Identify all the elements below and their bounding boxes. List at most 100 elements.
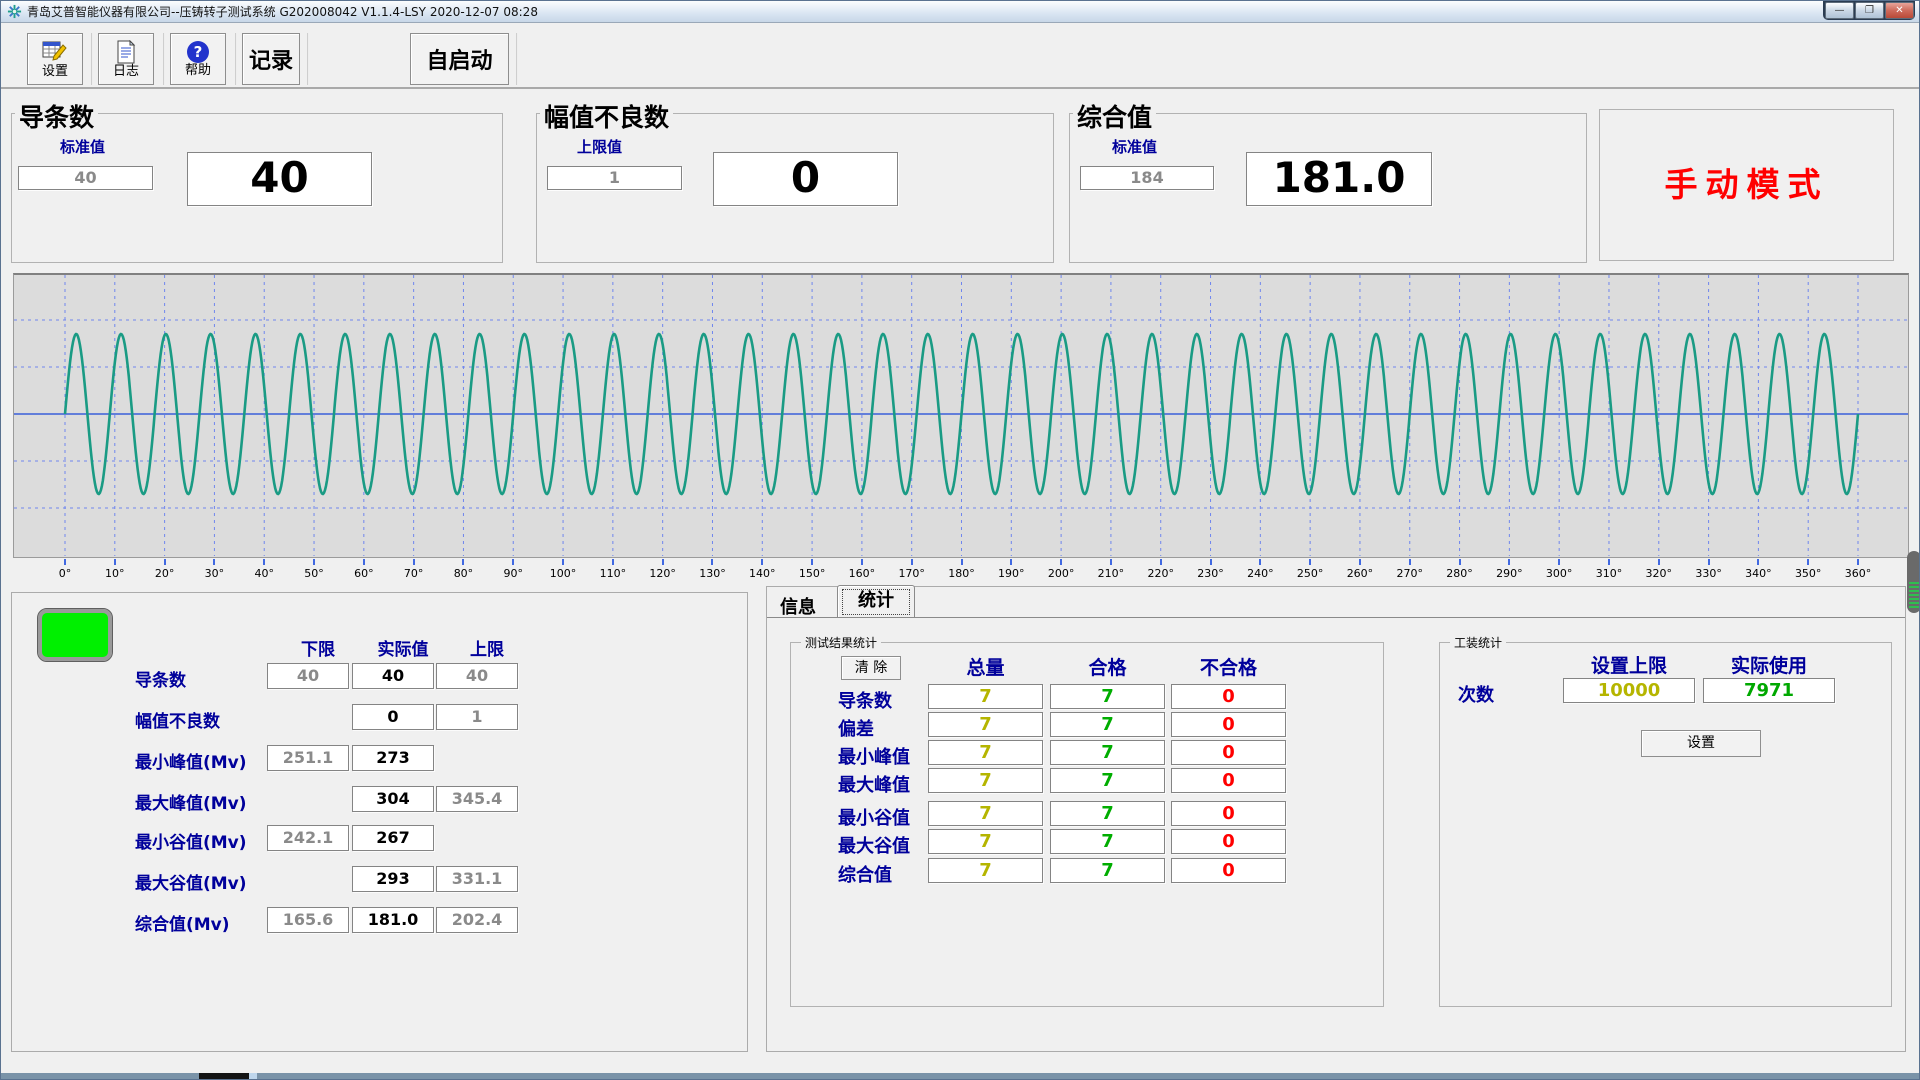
x-axis-tick-label: 290°: [1496, 567, 1523, 580]
x-axis-tick: [662, 559, 664, 565]
stat-row-label: 最大峰值: [838, 771, 910, 797]
stat-fail-field: 0: [1171, 740, 1286, 765]
upper-limit-field: 1: [436, 704, 518, 730]
fixture-set-limit-field[interactable]: 10000: [1563, 678, 1695, 703]
tab-info[interactable]: 信息: [780, 593, 816, 619]
actual-value-field: 181.0: [352, 907, 434, 933]
x-axis-tick: [711, 559, 713, 565]
x-axis-tick-label: 120°: [649, 567, 676, 580]
stat-total-field: 7: [928, 740, 1043, 765]
stat-row-label: 最大谷值: [838, 832, 910, 858]
stat-row-label: 偏差: [838, 715, 874, 741]
x-axis-tick: [1608, 559, 1610, 565]
window-title: 青岛艾普智能仪器有限公司--压铸转子测试系统 G202008042 V1.1.4…: [27, 3, 538, 20]
taskbar-edge: [1, 1073, 1920, 1080]
upper-limit-field: 40: [436, 663, 518, 689]
x-axis-tick: [114, 559, 116, 565]
app-flower-icon: [7, 4, 22, 19]
x-axis-tick-label: 300°: [1546, 567, 1573, 580]
row-label: 最大峰值(Mv): [135, 789, 247, 814]
amp-defect-limit-input[interactable]: 1: [547, 166, 682, 190]
stat-total-field: 7: [928, 801, 1043, 826]
bar-count-std-input[interactable]: 40: [18, 166, 153, 190]
autostart-button[interactable]: 自启动: [410, 33, 509, 85]
minimize-button[interactable]: —: [1825, 2, 1854, 19]
record-button[interactable]: 记录: [242, 33, 300, 85]
toolbar-separator: [307, 33, 309, 85]
x-axis-tick-label: 150°: [799, 567, 826, 580]
x-axis-tick-label: 140°: [749, 567, 776, 580]
bar-count-display: 40: [187, 152, 372, 206]
actual-value-field: 273: [352, 745, 434, 771]
tab-stats[interactable]: 统计: [837, 585, 915, 617]
x-axis-tick-label: 240°: [1247, 567, 1274, 580]
results-header-upper: 上限: [436, 635, 538, 660]
restore-button[interactable]: ❐: [1855, 2, 1884, 19]
actual-value-field: 40: [352, 663, 434, 689]
stat-total-field: 7: [928, 684, 1043, 709]
x-axis-tick: [811, 559, 813, 565]
x-axis-tick-label: 200°: [1048, 567, 1075, 580]
results-panel: 下限 实际值 上限 导条数 40 40 40 幅值不良数 0 1 最小峰值(Mv…: [11, 592, 748, 1052]
level-meter-scrollbar[interactable]: [1907, 551, 1920, 613]
x-axis-tick: [164, 559, 166, 565]
close-button[interactable]: ✕: [1885, 2, 1914, 19]
row-label: 幅值不良数: [135, 707, 220, 732]
amp-defect-panel: 幅值不良数 上限值 1 0: [536, 113, 1054, 263]
stat-fail-field: 0: [1171, 712, 1286, 737]
x-axis-tick-label: 270°: [1397, 567, 1424, 580]
x-axis-tick: [512, 559, 514, 565]
fixture-stats-group: 工装统计 设置上限 实际使用 次数 10000 7971 设置: [1439, 642, 1892, 1007]
x-axis-tick: [612, 559, 614, 565]
lower-limit-field: 251.1: [267, 745, 349, 771]
x-axis-tick-label: 110°: [600, 567, 627, 580]
x-axis-tick-label: 340°: [1745, 567, 1772, 580]
stat-total-field: 7: [928, 858, 1043, 883]
stat-total-field: 7: [928, 768, 1043, 793]
x-axis-tick-label: 70°: [404, 567, 424, 580]
actual-value-field: 304: [352, 786, 434, 812]
toolbar-separator: [235, 33, 237, 85]
x-axis-tick-label: 320°: [1646, 567, 1673, 580]
bar-count-panel: 导条数 标准值 40 40: [11, 113, 503, 263]
stat-fail-field: 0: [1171, 829, 1286, 854]
stat-total-field: 7: [928, 829, 1043, 854]
x-axis-tick-label: 190°: [998, 567, 1025, 580]
x-axis-tick: [1757, 559, 1759, 565]
log-label: 日志: [113, 64, 139, 79]
test-stats-group: 测试结果统计 清 除 总量 合格 不合格 导条数 7 7 0 偏差 7 7 0 …: [790, 642, 1384, 1007]
status-indicator-lamp[interactable]: [38, 609, 112, 661]
stat-row-label: 综合值: [838, 861, 892, 887]
stats-header-pass: 合格: [1050, 653, 1165, 680]
x-axis-tick: [1658, 559, 1660, 565]
x-axis-tick: [64, 559, 66, 565]
x-axis-tick-label: 170°: [898, 567, 925, 580]
x-axis-tick: [1558, 559, 1560, 565]
x-axis-tick-label: 60°: [354, 567, 374, 580]
fixture-actual-used-field: 7971: [1703, 678, 1835, 703]
x-axis-tick: [1110, 559, 1112, 565]
x-axis-tick-label: 180°: [948, 567, 975, 580]
amp-defect-display: 0: [713, 152, 898, 206]
lower-limit-field: 242.1: [267, 825, 349, 851]
lower-limit-field: 40: [267, 663, 349, 689]
stat-pass-field: 7: [1050, 858, 1165, 883]
x-axis-tick-label: 20°: [155, 567, 175, 580]
mode-indicator: 手动模式: [1600, 158, 1893, 206]
x-axis-tick-label: 360°: [1845, 567, 1872, 580]
x-axis-tick-label: 90°: [504, 567, 524, 580]
stat-total-field: 7: [928, 712, 1043, 737]
x-axis-tick: [213, 559, 215, 565]
help-button[interactable]: ? 帮助: [170, 33, 226, 85]
log-button[interactable]: 日志: [98, 33, 154, 85]
composite-std-input[interactable]: 184: [1080, 166, 1214, 190]
clear-button[interactable]: 清 除: [841, 656, 901, 680]
fixture-set-button[interactable]: 设置: [1641, 730, 1761, 757]
settings-button[interactable]: 设置: [27, 33, 83, 85]
upper-limit-field: 331.1: [436, 866, 518, 892]
x-axis-tick-label: 0°: [59, 567, 72, 580]
stats-header-total: 总量: [928, 653, 1043, 680]
taskbar-app-button[interactable]: [199, 1073, 249, 1080]
x-axis-tick-label: 250°: [1297, 567, 1324, 580]
level-meter-stripes: [1909, 582, 1919, 609]
